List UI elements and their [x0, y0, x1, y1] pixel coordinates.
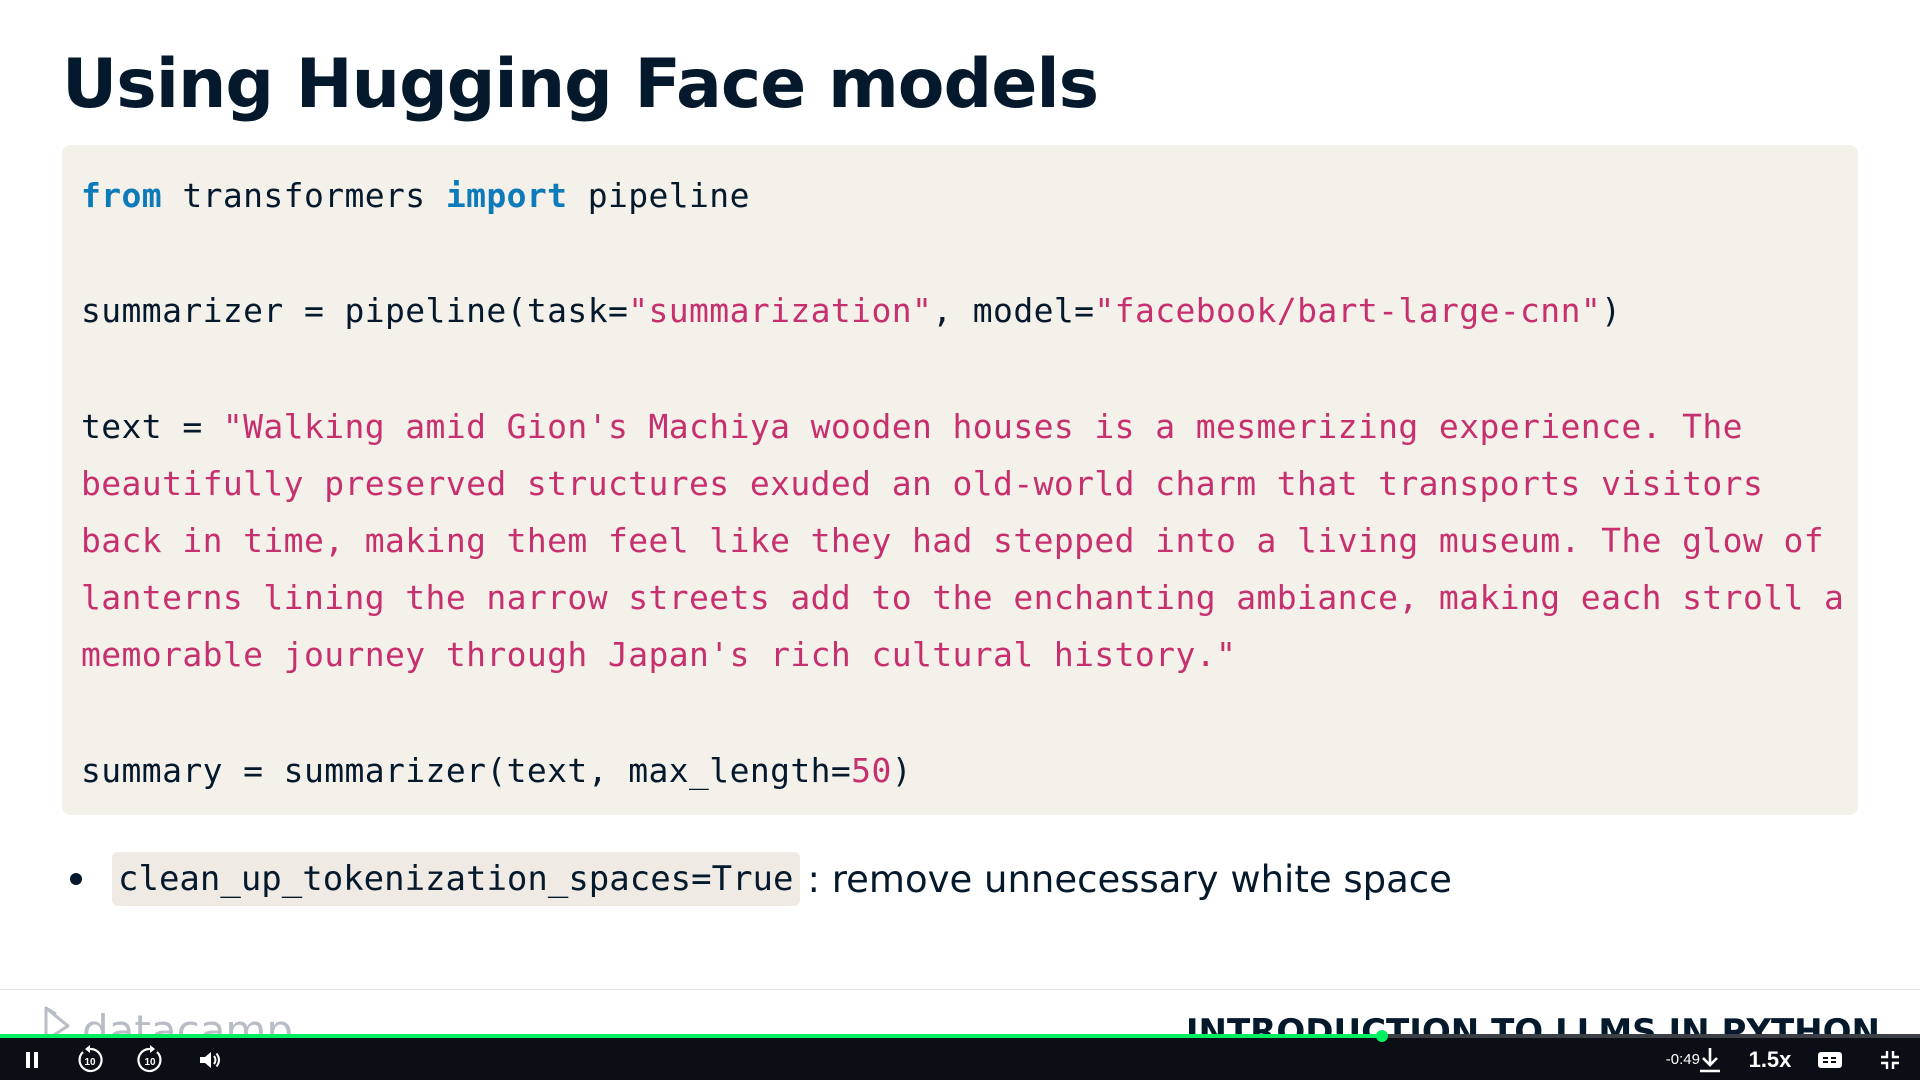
code-text: , model=: [932, 291, 1095, 330]
code-block: from transformers import pipeline summar…: [62, 145, 1858, 815]
code-text: transformers: [162, 176, 446, 215]
code-string-task: "summarization": [628, 291, 933, 330]
video-player-controls: [0, 1036, 1920, 1080]
playback-speed-label: 1.5x: [1748, 1047, 1792, 1072]
download-icon: [1700, 1048, 1720, 1073]
rewind-10-icon: 10: [78, 1045, 103, 1073]
inline-code-parameter: clean_up_tokenization_spaces=True: [112, 852, 800, 906]
pause-icon: [26, 1052, 38, 1068]
rewind-seconds-label: 10: [84, 1057, 96, 1068]
volume-icon: [200, 1052, 220, 1068]
code-text: summary = summarizer(text, max_length=: [81, 751, 852, 790]
rewind-button[interactable]: 10: [72, 1040, 108, 1080]
code-line-summarizer: summarizer = pipeline(task="summarizatio…: [81, 282, 1621, 339]
bullet-text: : remove unnecessary white space: [807, 857, 1452, 901]
progress-bar[interactable]: [0, 1030, 1920, 1042]
forward-10-icon: 10: [137, 1045, 162, 1073]
forward-button[interactable]: 10: [132, 1040, 168, 1080]
captions-button[interactable]: [1812, 1040, 1848, 1080]
code-line-summary: summary = summarizer(text, max_length=50…: [81, 742, 912, 799]
download-button[interactable]: [1692, 1040, 1728, 1080]
code-line-text-assign: text = "Walking amid Gion's Machiya wood…: [81, 398, 1743, 455]
code-string-text: "Walking amid Gion's Machiya wooden hous…: [222, 407, 1743, 446]
code-line-text-continued: beautifully preserved structures exuded …: [81, 464, 1764, 503]
code-text: ): [1601, 291, 1622, 330]
footer-divider: [0, 989, 1920, 990]
pause-button[interactable]: [14, 1040, 50, 1080]
slide-title: Using Hugging Face models: [62, 45, 1099, 124]
code-text: text =: [81, 407, 223, 446]
progress-fill: [0, 1034, 1383, 1038]
exit-fullscreen-icon: [1881, 1051, 1899, 1069]
code-keyword-import: import: [445, 176, 568, 215]
code-keyword-from: from: [81, 176, 163, 215]
volume-button[interactable]: [192, 1040, 228, 1080]
forward-seconds-label: 10: [144, 1057, 156, 1068]
code-text: ): [891, 751, 912, 790]
bullet-dot: [70, 873, 82, 885]
code-line-text-continued: lanterns lining the narrow streets add t…: [81, 578, 1845, 617]
code-text: pipeline: [567, 176, 750, 215]
code-number: 50: [851, 751, 892, 790]
exit-fullscreen-button[interactable]: [1872, 1040, 1908, 1080]
code-line-text-continued: memorable journey through Japan's rich c…: [81, 635, 1237, 674]
code-line-text-continued: back in time, making them feel like they…: [81, 521, 1825, 560]
code-line-import: from transformers import pipeline: [81, 167, 750, 224]
code-string-model: "facebook/bart-large-cnn": [1094, 291, 1602, 330]
captions-icon: [1818, 1052, 1842, 1068]
code-text: summarizer = pipeline(task=: [81, 291, 629, 330]
playback-speed-button[interactable]: 1.5x: [1744, 1040, 1796, 1080]
bullet-item: clean_up_tokenization_spaces=True : remo…: [70, 852, 1452, 906]
